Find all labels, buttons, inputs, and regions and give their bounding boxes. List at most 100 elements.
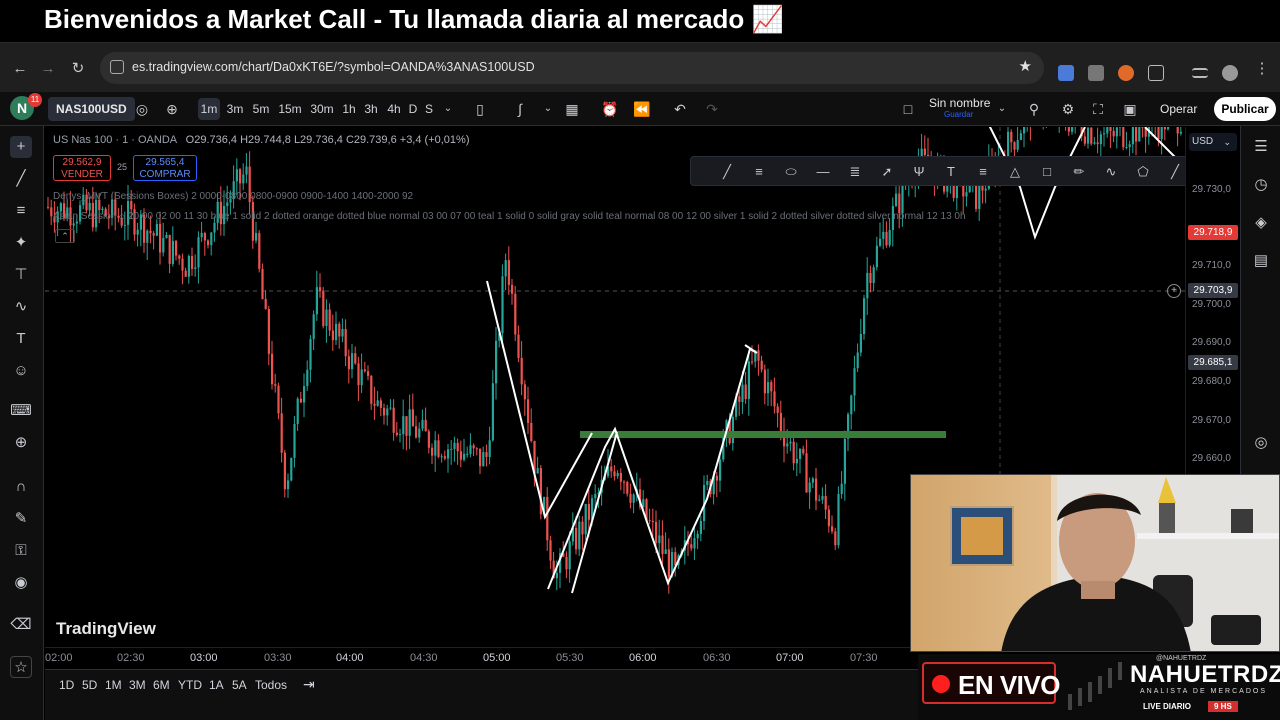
alerts-clock-icon[interactable]: ◷ [1250,174,1272,196]
ruler-icon[interactable]: ⌨ [10,400,32,422]
range-5d[interactable]: 5D [82,678,97,692]
range-all[interactable]: Todos [255,678,287,692]
star-icon[interactable]: ★ [1019,57,1032,75]
triangle-tool-icon[interactable]: △ [1005,162,1025,182]
brush-tool-icon[interactable]: ✏ [1069,162,1089,182]
range-ytd[interactable]: YTD [178,678,202,692]
interval-15m[interactable]: 15m [276,98,304,120]
interval-30m[interactable]: 30m [308,98,336,120]
alert-icon[interactable]: ⏰ [600,99,620,119]
chat-icon[interactable]: ▤ [1250,250,1272,272]
media-icon[interactable] [1192,68,1208,78]
add-symbol-icon[interactable]: ⊕ [162,99,182,119]
menu-dots-icon[interactable]: ⋮ [1252,59,1272,79]
interval-5m[interactable]: 5m [250,98,272,120]
range-1d[interactable]: 1D [59,678,74,692]
chevron-down-icon[interactable]: ⌄ [538,99,558,119]
segment-tool-icon[interactable]: ╱ [1165,162,1185,182]
trade-button[interactable]: Operar [1150,97,1207,121]
translate-extension-icon[interactable] [1058,65,1074,81]
reload-icon[interactable]: ↻ [68,59,88,79]
fib-icon[interactable]: ≡ [10,200,32,222]
layout-checkbox-icon[interactable]: □ [898,99,918,119]
prediction-icon[interactable]: ⊤ [10,264,32,286]
interval-3m[interactable]: 3m [224,98,246,120]
text-tool-icon[interactable]: T [10,328,32,350]
line-tool-icon[interactable]: ╱ [717,162,737,182]
polygon-tool-icon[interactable]: ⬠ [1133,162,1153,182]
rectangle-tool-icon[interactable]: □ [1037,162,1057,182]
interval-1m[interactable]: 1m [198,98,220,120]
back-icon[interactable]: ← [10,59,30,79]
interval-d[interactable]: D [405,98,421,120]
indicators-icon[interactable]: ∫ [510,99,530,119]
brush-icon[interactable]: ∿ [10,296,32,318]
forward-icon[interactable]: → [38,59,58,79]
collapse-legend-button[interactable]: ⌃ [55,229,75,243]
crosshair-icon[interactable]: + [10,136,32,158]
interval-s[interactable]: S [421,98,437,120]
extension-icon[interactable] [1118,65,1134,81]
symbol-legend[interactable]: US Nas 100 · 1 · OANDA [53,134,177,146]
indicator-legend-sessions[interactable]: Denys_MVT (Sessions Boxes) 2 0000-0800 0… [53,191,413,202]
text-tool-icon[interactable]: T [941,162,961,182]
zoom-icon[interactable]: ⊕ [10,432,32,454]
goto-date-icon[interactable]: ⇥ [303,676,315,693]
eye-icon[interactable]: ◉ [10,572,32,594]
url-text[interactable]: es.tradingview.com/chart/Da0xKT6E/?symbo… [132,60,535,74]
publish-button[interactable]: Publicar [1214,97,1276,121]
trash-icon[interactable]: ⌫ [10,614,32,636]
range-1m[interactable]: 1M [105,678,122,692]
replay-icon[interactable]: ⏪ [632,99,652,119]
symbol-search-button[interactable]: NAS100USD [48,97,135,121]
currency-select[interactable]: USD ⌄ [1189,133,1237,151]
pencil-lock-icon[interactable]: ✎ [10,508,32,530]
interval-3h[interactable]: 3h [360,98,382,120]
sell-button[interactable]: 29.562,9 VENDER [53,155,111,181]
indicator-legend-asian-session[interactable]: Asian Session ⌂ 20 00 02 00 11 30 blue 1… [53,211,966,222]
pitchfork-tool-icon[interactable]: Ψ [909,162,929,182]
profile-avatar[interactable] [1222,65,1238,81]
save-layout-link[interactable]: Guardar [944,110,973,119]
chevron-down-icon[interactable]: ⌄ [438,99,458,119]
magnet-icon[interactable]: ∩ [10,476,32,498]
interval-4h[interactable]: 4h [383,98,405,120]
layers-icon[interactable]: ◈ [1250,212,1272,234]
interval-1h[interactable]: 1h [338,98,360,120]
watchlist-icon[interactable]: ☰ [1250,136,1272,158]
arrow-tool-icon[interactable]: ➚ [877,162,897,182]
favorites-star-icon[interactable]: ☆ [10,656,32,678]
range-1a[interactable]: 1A [209,678,224,692]
buy-button[interactable]: 29.565,4 COMPRAR [133,155,197,181]
address-bar[interactable]: es.tradingview.com/chart/Da0xKT6E/?symbo… [100,52,1044,84]
pattern-icon[interactable]: ✦ [10,232,32,254]
trendline-icon[interactable]: ╱ [10,168,32,190]
search-icon[interactable]: ⚲ [1024,99,1044,119]
add-alert-icon[interactable]: + [1167,284,1181,298]
extension-icon[interactable] [1088,65,1104,81]
camera-icon[interactable]: ▣ [1120,99,1140,119]
hlines-tool-icon[interactable]: ≡ [749,162,769,182]
shape-tool-icon[interactable]: ⬭ [781,162,801,182]
site-info-icon[interactable] [110,60,124,74]
compare-icon[interactable]: ◎ [132,99,152,119]
puzzle-icon[interactable] [1148,65,1164,81]
ray-tool-icon[interactable]: — [813,162,833,182]
layouts-icon[interactable]: ▦ [562,99,582,119]
fib-tool-icon[interactable]: ≡ [973,162,993,182]
path-tool-icon[interactable]: ∿ [1101,162,1121,182]
range-5a[interactable]: 5A [232,678,247,692]
layout-name[interactable]: Sin nombre [929,96,990,110]
chevron-down-icon[interactable]: ⌄ [992,99,1012,119]
emoji-icon[interactable]: ☺ [10,360,32,382]
range-3m[interactable]: 3M [129,678,146,692]
redo-icon[interactable]: ↷ [702,99,722,119]
range-6m[interactable]: 6M [153,678,170,692]
fullscreen-icon[interactable]: ⛶ [1088,99,1108,119]
undo-icon[interactable]: ↶ [670,99,690,119]
target-icon[interactable]: ◎ [1250,432,1272,454]
candles-icon[interactable]: ▯ [470,99,490,119]
settings-icon[interactable]: ⚙ [1058,99,1078,119]
lock-icon[interactable]: ⚿ [10,540,32,562]
channel-tool-icon[interactable]: ≣ [845,162,865,182]
